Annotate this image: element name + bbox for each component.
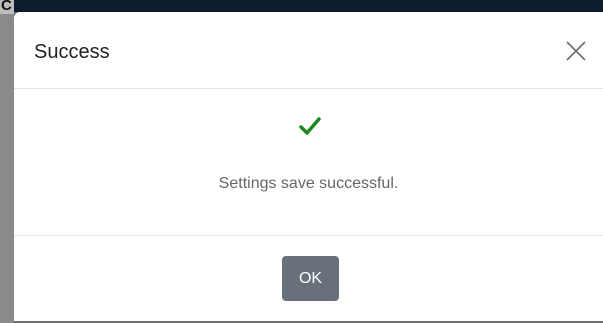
- success-dialog: Success Settings save successful. OK: [14, 12, 603, 321]
- dialog-header: Success: [14, 12, 603, 89]
- dialog-footer: OK: [14, 236, 603, 321]
- background-left-strip: [0, 0, 14, 323]
- success-message: Settings save successful.: [218, 175, 399, 192]
- close-icon: [566, 41, 586, 61]
- ok-button[interactable]: OK: [282, 256, 339, 301]
- background-corner: C: [0, 0, 14, 14]
- dialog-body: Settings save successful.: [14, 89, 603, 236]
- background-glyph: C: [1, 0, 12, 14]
- dialog-title: Success: [34, 41, 110, 63]
- close-button[interactable]: [563, 38, 589, 64]
- checkmark-icon: [299, 117, 321, 135]
- background-header-strip: [0, 0, 603, 12]
